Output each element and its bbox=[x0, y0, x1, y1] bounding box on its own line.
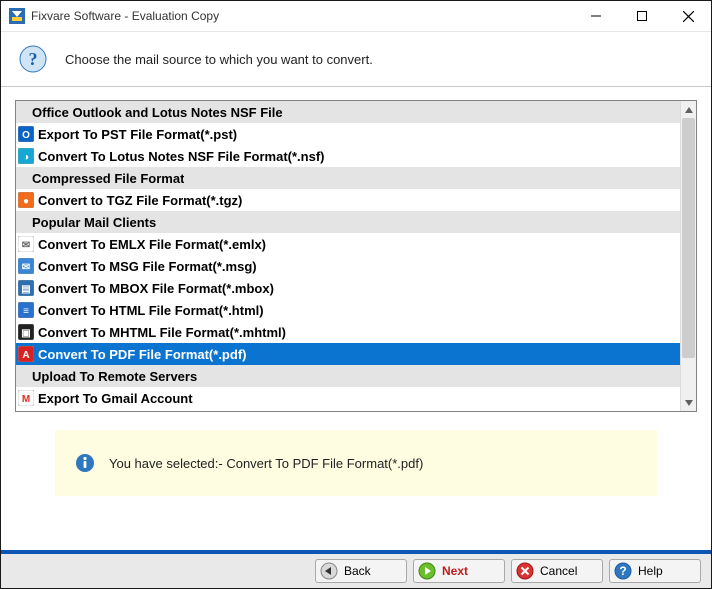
window-title: Fixvare Software - Evaluation Copy bbox=[31, 9, 219, 23]
svg-text:M: M bbox=[22, 394, 30, 405]
list-item[interactable]: A Convert To PDF File Format(*.pdf) bbox=[16, 343, 680, 365]
scroll-thumb[interactable] bbox=[682, 118, 695, 358]
list-header: Office Outlook and Lotus Notes NSF File bbox=[16, 101, 680, 123]
mhtml-icon: ▣ bbox=[18, 324, 34, 340]
next-label: Next bbox=[442, 564, 496, 578]
pst-icon: O bbox=[18, 126, 34, 142]
list-item-label: Compressed File Format bbox=[32, 171, 184, 186]
list-item-label: Convert To MHTML File Format(*.mhtml) bbox=[38, 325, 286, 340]
back-icon bbox=[320, 562, 338, 580]
list-item-label: Convert To MSG File Format(*.msg) bbox=[38, 259, 257, 274]
list-item[interactable]: ● Convert to TGZ File Format(*.tgz) bbox=[16, 189, 680, 211]
svg-text:✉: ✉ bbox=[22, 240, 30, 251]
next-button[interactable]: Next bbox=[413, 559, 505, 583]
scroll-down[interactable] bbox=[681, 394, 696, 411]
svg-text:✉: ✉ bbox=[22, 262, 30, 273]
pdf-icon: A bbox=[18, 346, 34, 362]
svg-text:◑: ◑ bbox=[23, 152, 29, 163]
list-item-label: Convert To Lotus Notes NSF File Format(*… bbox=[38, 149, 325, 164]
nsf-icon: ◑ bbox=[18, 148, 34, 164]
list-item[interactable]: ✉ Convert To MSG File Format(*.msg) bbox=[16, 255, 680, 277]
instruction-bar: ? Choose the mail source to which you wa… bbox=[1, 32, 711, 87]
list-item-label: Convert To MBOX File Format(*.mbox) bbox=[38, 281, 274, 296]
list-item-label: Convert to TGZ File Format(*.tgz) bbox=[38, 193, 242, 208]
list-item-label: Convert To PDF File Format(*.pdf) bbox=[38, 347, 246, 362]
list-item-label: Popular Mail Clients bbox=[32, 215, 156, 230]
minimize-button[interactable] bbox=[573, 1, 619, 32]
scrollbar[interactable] bbox=[680, 101, 696, 411]
mbox-icon: ▤ bbox=[18, 280, 34, 296]
help-button[interactable]: ? Help bbox=[609, 559, 701, 583]
back-label: Back bbox=[344, 564, 398, 578]
svg-text:▤: ▤ bbox=[21, 284, 30, 295]
list-header: Popular Mail Clients bbox=[16, 211, 680, 233]
scroll-up[interactable] bbox=[681, 101, 696, 118]
list-item[interactable]: O Export To PST File Format(*.pst) bbox=[16, 123, 680, 145]
list-item-label: Convert To EMLX File Format(*.emlx) bbox=[38, 237, 266, 252]
next-icon bbox=[418, 562, 436, 580]
titlebar: Fixvare Software - Evaluation Copy bbox=[1, 1, 711, 32]
app-icon bbox=[9, 8, 25, 24]
status-bar: You have selected:- Convert To PDF File … bbox=[55, 430, 657, 496]
html-icon: ≡ bbox=[18, 302, 34, 318]
cancel-button[interactable]: Cancel bbox=[511, 559, 603, 583]
footer: Back Next Cancel ? Help bbox=[1, 550, 711, 588]
help-label: Help bbox=[638, 564, 692, 578]
list-item[interactable]: M Export To Gmail Account bbox=[16, 387, 680, 409]
list-item-label: Export To Gmail Account bbox=[38, 391, 193, 406]
list-item-label: Office Outlook and Lotus Notes NSF File bbox=[32, 105, 283, 120]
list-item-label: Export To PST File Format(*.pst) bbox=[38, 127, 237, 142]
status-text: You have selected:- Convert To PDF File … bbox=[109, 456, 423, 471]
tgz-icon: ● bbox=[18, 192, 34, 208]
list-item[interactable]: ◑ Convert To Lotus Notes NSF File Format(… bbox=[16, 145, 680, 167]
svg-text:O: O bbox=[22, 130, 30, 141]
svg-text:?: ? bbox=[619, 564, 626, 578]
list-item[interactable]: ▣ Convert To MHTML File Format(*.mhtml) bbox=[16, 321, 680, 343]
maximize-button[interactable] bbox=[619, 1, 665, 32]
close-button[interactable] bbox=[665, 1, 711, 32]
help-icon: ? bbox=[614, 562, 632, 580]
list-item[interactable]: ≡ Convert To HTML File Format(*.html) bbox=[16, 299, 680, 321]
format-listbox[interactable]: Office Outlook and Lotus Notes NSF FileO… bbox=[15, 100, 697, 412]
instruction-text: Choose the mail source to which you want… bbox=[65, 52, 373, 67]
list-header: Upload To Remote Servers bbox=[16, 365, 680, 387]
gmail-icon: M bbox=[18, 390, 34, 406]
list-item-label: Upload To Remote Servers bbox=[32, 369, 197, 384]
svg-text:?: ? bbox=[29, 49, 38, 69]
svg-text:A: A bbox=[22, 350, 29, 361]
emlx-icon: ✉ bbox=[18, 236, 34, 252]
list-item-label: Convert To HTML File Format(*.html) bbox=[38, 303, 264, 318]
cancel-icon bbox=[516, 562, 534, 580]
info-icon bbox=[75, 453, 95, 473]
list-item[interactable]: ▤ Convert To MBOX File Format(*.mbox) bbox=[16, 277, 680, 299]
back-button[interactable]: Back bbox=[315, 559, 407, 583]
list-header: Compressed File Format bbox=[16, 167, 680, 189]
question-icon: ? bbox=[19, 45, 47, 73]
svg-text:●: ● bbox=[23, 196, 29, 207]
list-item[interactable]: ✉ Convert To EMLX File Format(*.emlx) bbox=[16, 233, 680, 255]
svg-text:≡: ≡ bbox=[23, 306, 29, 317]
svg-text:▣: ▣ bbox=[21, 328, 30, 339]
cancel-label: Cancel bbox=[540, 564, 594, 578]
msg-icon: ✉ bbox=[18, 258, 34, 274]
